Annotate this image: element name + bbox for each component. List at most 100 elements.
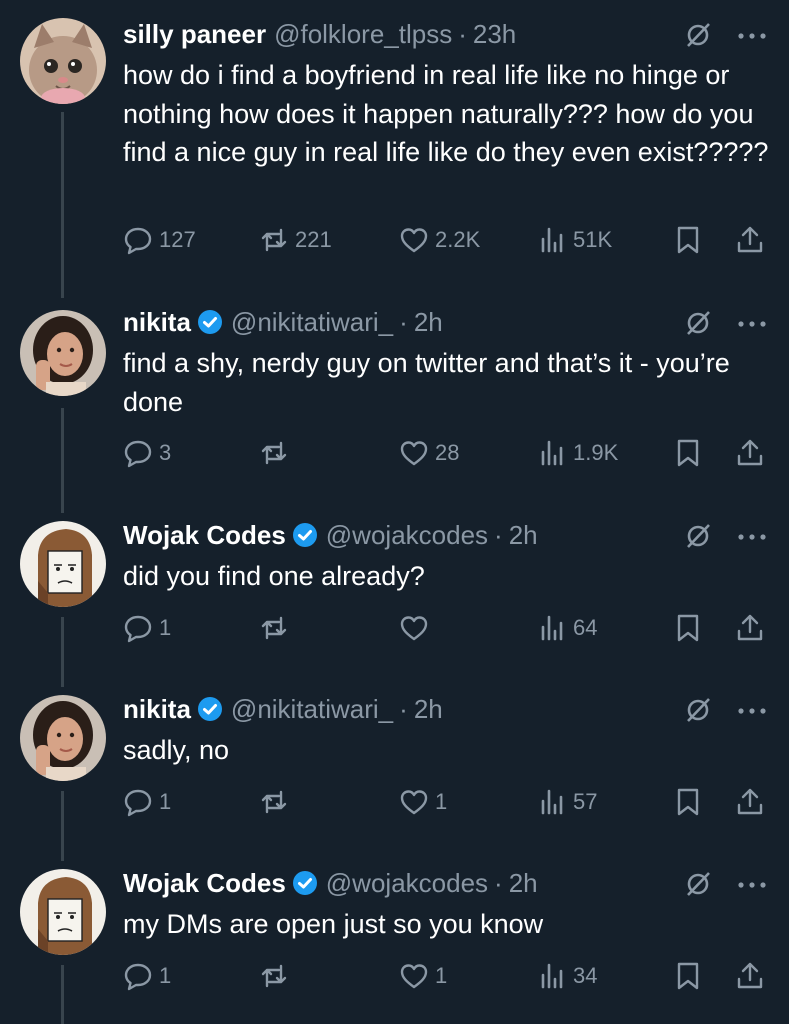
- verified-badge-icon: [292, 871, 317, 895]
- repost-button[interactable]: [259, 433, 295, 473]
- share-icon: [737, 962, 763, 989]
- views-button[interactable]: 34: [537, 956, 597, 996]
- handle[interactable]: @wojakcodes: [326, 520, 488, 551]
- bookmark-icon: [677, 226, 699, 254]
- views-icon: [541, 615, 563, 641]
- wojak-avatar-image: [20, 869, 106, 955]
- bookmark-icon: [677, 788, 699, 816]
- action-bar: 1 1 57: [123, 782, 773, 822]
- tweet-text: my DMs are open just so you know: [123, 909, 544, 939]
- grok-icon[interactable]: [683, 869, 713, 899]
- bookmark-icon: [677, 614, 699, 642]
- grok-icon[interactable]: [683, 695, 713, 725]
- more-icon[interactable]: [737, 32, 767, 40]
- like-button[interactable]: 1: [399, 782, 447, 822]
- share-button[interactable]: [735, 220, 765, 260]
- verified-badge-icon: [197, 310, 222, 334]
- reply-button[interactable]: 1: [123, 608, 171, 648]
- reply-button[interactable]: 3: [123, 433, 171, 473]
- share-icon: [737, 439, 763, 466]
- avatar[interactable]: [20, 695, 106, 781]
- thread-line: [61, 791, 64, 861]
- repost-icon: [261, 790, 287, 814]
- handle[interactable]: @folklore_tlpss: [274, 19, 452, 50]
- reply-icon: [124, 615, 152, 643]
- reply-count: 127: [159, 227, 196, 252]
- repost-button[interactable]: [259, 608, 295, 648]
- display-name[interactable]: nikita: [123, 307, 191, 338]
- avatar[interactable]: [20, 521, 106, 607]
- views-icon: [541, 227, 563, 253]
- tweet-text: sadly, no: [123, 735, 230, 765]
- like-button[interactable]: 1: [399, 956, 447, 996]
- action-bar: 127 221 2.2K 51K: [123, 220, 773, 260]
- timestamp[interactable]: 23h: [473, 19, 516, 50]
- tweet-header: Wojak Codes @wojakcodes · 2h: [123, 515, 769, 555]
- views-button[interactable]: 1.9K: [537, 433, 618, 473]
- timestamp[interactable]: 2h: [414, 307, 443, 338]
- heart-icon: [400, 964, 428, 989]
- display-name[interactable]: nikita: [123, 694, 191, 725]
- views-button[interactable]: 57: [537, 782, 597, 822]
- handle[interactable]: @nikitatiwari_: [231, 694, 393, 725]
- handle[interactable]: @wojakcodes: [326, 868, 488, 899]
- handle[interactable]: @nikitatiwari_: [231, 307, 393, 338]
- view-count: 1.9K: [573, 440, 619, 465]
- timestamp[interactable]: 2h: [509, 868, 538, 899]
- repost-button[interactable]: 221: [259, 220, 332, 260]
- views-button[interactable]: 51K: [537, 220, 612, 260]
- like-button[interactable]: 28: [399, 433, 459, 473]
- repost-icon: [261, 228, 287, 252]
- repost-icon: [261, 441, 287, 465]
- display-name[interactable]: silly paneer: [123, 19, 266, 50]
- share-button[interactable]: [735, 782, 765, 822]
- share-button[interactable]: [735, 433, 765, 473]
- avatar[interactable]: [20, 869, 106, 955]
- bookmark-button[interactable]: [673, 608, 703, 648]
- timestamp[interactable]: 2h: [414, 694, 443, 725]
- heart-icon: [400, 441, 428, 466]
- like-count: 2.2K: [435, 227, 481, 252]
- avatar[interactable]: [20, 310, 106, 396]
- tweet-header: nikita @nikitatiwari_ · 2h: [123, 689, 769, 729]
- tweet-text: did you find one already?: [123, 561, 425, 591]
- reply-count: 1: [159, 615, 172, 640]
- thread-line: [61, 408, 64, 513]
- bookmark-icon: [677, 962, 699, 990]
- separator-dot: ·: [494, 867, 503, 898]
- more-icon[interactable]: [737, 533, 767, 541]
- bookmark-button[interactable]: [673, 433, 703, 473]
- grok-icon[interactable]: [683, 521, 713, 551]
- grok-icon[interactable]: [683, 308, 713, 338]
- display-name[interactable]: Wojak Codes: [123, 520, 286, 551]
- more-icon[interactable]: [737, 320, 767, 328]
- display-name[interactable]: Wojak Codes: [123, 868, 286, 899]
- heart-icon: [400, 616, 428, 641]
- bookmark-button[interactable]: [673, 782, 703, 822]
- view-count: 57: [573, 789, 598, 814]
- like-button[interactable]: [399, 608, 435, 648]
- separator-dot: ·: [458, 18, 467, 49]
- like-button[interactable]: 2.2K: [399, 220, 480, 260]
- reply-count: 1: [159, 789, 172, 814]
- more-icon[interactable]: [737, 707, 767, 715]
- avatar[interactable]: [20, 18, 106, 104]
- wojak-avatar-image: [20, 521, 106, 607]
- repost-button[interactable]: [259, 782, 295, 822]
- woman-avatar-image: [20, 310, 106, 396]
- share-button[interactable]: [735, 956, 765, 996]
- repost-button[interactable]: [259, 956, 295, 996]
- timestamp[interactable]: 2h: [509, 520, 538, 551]
- grok-icon[interactable]: [683, 20, 713, 50]
- reply-button[interactable]: 1: [123, 956, 171, 996]
- separator-dot: ·: [494, 519, 503, 550]
- share-button[interactable]: [735, 608, 765, 648]
- thread-line: [61, 965, 64, 1024]
- views-button[interactable]: 64: [537, 608, 597, 648]
- reply-button[interactable]: 1: [123, 782, 171, 822]
- bookmark-button[interactable]: [673, 220, 703, 260]
- bookmark-button[interactable]: [673, 956, 703, 996]
- reply-icon: [124, 963, 152, 991]
- reply-button[interactable]: 127: [123, 220, 196, 260]
- more-icon[interactable]: [737, 881, 767, 889]
